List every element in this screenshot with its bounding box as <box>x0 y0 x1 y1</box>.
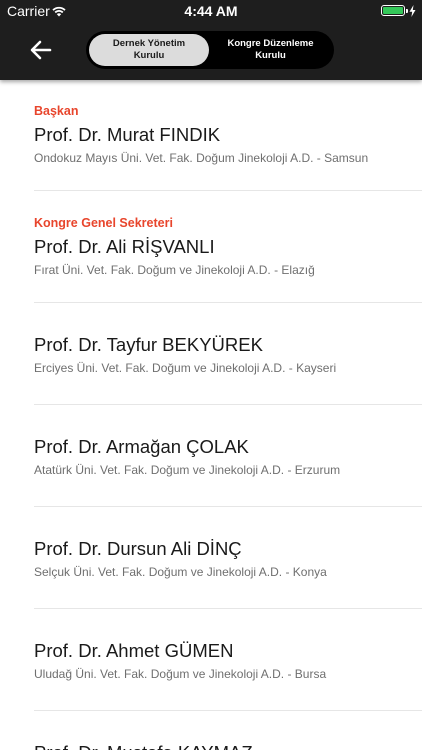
member-role: Başkan <box>34 104 79 118</box>
list-item[interactable]: Prof. Dr. Ahmet GÜMEN Uludağ Üni. Vet. F… <box>0 609 422 711</box>
member-name: Prof. Dr. Armağan ÇOLAK <box>34 436 249 457</box>
charging-bolt-icon <box>409 4 416 20</box>
member-affiliation: Atatürk Üni. Vet. Fak. Doğum ve Jinekolo… <box>34 463 341 477</box>
status-bar: Carrier 4:44 AM <box>0 0 422 22</box>
member-name: Prof. Dr. Tayfur BEKYÜREK <box>34 334 263 355</box>
segment-label: Kongre Düzenleme Kurulu <box>227 38 314 61</box>
member-name: Prof. Dr. Murat FINDIK <box>34 124 221 145</box>
list-item[interactable]: Başkan Prof. Dr. Murat FINDIK Ondokuz Ma… <box>0 80 422 191</box>
list-item[interactable]: Kongre Genel Sekreteri Prof. Dr. Ali RİŞ… <box>0 191 422 303</box>
member-name: Prof. Dr. Dursun Ali DİNÇ <box>34 538 242 559</box>
segment-dernek-yonetim-kurulu[interactable]: Dernek Yönetim Kurulu <box>89 34 209 66</box>
back-arrow-icon <box>30 40 52 60</box>
member-name: Prof. Dr. Mustafa KAYMAZ <box>34 742 253 750</box>
back-button[interactable] <box>26 36 56 64</box>
member-role: Kongre Genel Sekreteri <box>34 216 173 230</box>
segment-kongre-duzenleme-kurulu[interactable]: Kongre Düzenleme Kurulu <box>210 34 331 66</box>
member-name: Prof. Dr. Ali RİŞVANLI <box>34 236 215 257</box>
list-item[interactable]: Prof. Dr. Dursun Ali DİNÇ Selçuk Üni. Ve… <box>0 507 422 609</box>
member-name: Prof. Dr. Ahmet GÜMEN <box>34 640 234 661</box>
member-affiliation: Erciyes Üni. Vet. Fak. Doğum ve Jinekolo… <box>34 361 337 375</box>
member-affiliation: Uludağ Üni. Vet. Fak. Doğum ve Jinekoloj… <box>34 667 327 681</box>
battery-icon <box>381 5 408 16</box>
status-time: 4:44 AM <box>184 3 238 19</box>
member-affiliation: Selçuk Üni. Vet. Fak. Doğum ve Jinekoloj… <box>34 565 327 579</box>
segment-label: Dernek Yönetim Kurulu <box>112 38 186 61</box>
member-affiliation: Ondokuz Mayıs Üni. Vet. Fak. Doğum Jinek… <box>34 151 369 165</box>
list-item[interactable]: Prof. Dr. Armağan ÇOLAK Atatürk Üni. Vet… <box>0 405 422 507</box>
member-affiliation: Fırat Üni. Vet. Fak. Doğum ve Jinekoloji… <box>34 263 315 277</box>
list-item[interactable]: Prof. Dr. Tayfur BEKYÜREK Erciyes Üni. V… <box>0 303 422 405</box>
segmented-control: Dernek Yönetim Kurulu Kongre Düzenleme K… <box>86 31 334 69</box>
list-item[interactable]: Prof. Dr. Mustafa KAYMAZ <box>0 711 422 750</box>
app-header: Carrier 4:44 AM Dernek Yönetim Kurulu Ko… <box>0 0 422 80</box>
